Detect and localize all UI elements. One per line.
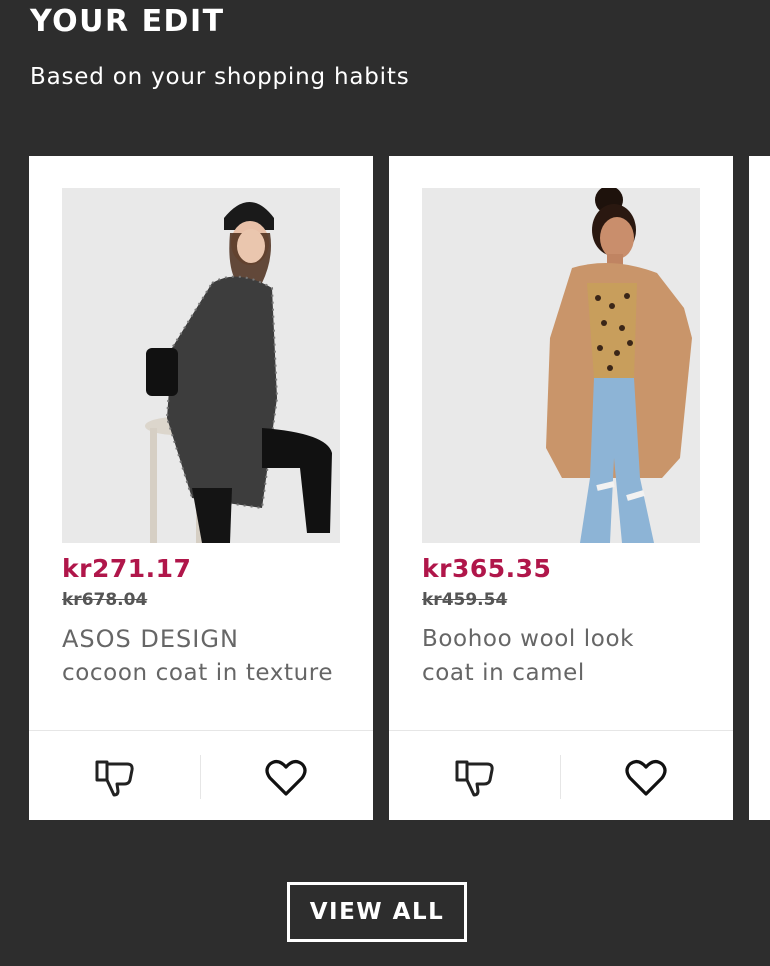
original-price: kr678.04 xyxy=(62,590,148,610)
thumbs-down-icon xyxy=(455,760,494,797)
product-title-line-1[interactable]: Boohoo wool look xyxy=(422,622,712,656)
product-image[interactable] xyxy=(422,188,700,543)
save-button[interactable] xyxy=(622,755,670,801)
heart-icon xyxy=(265,760,307,796)
card-actions xyxy=(389,730,733,821)
product-title[interactable]: cocoon coat in texture xyxy=(62,656,352,690)
action-divider xyxy=(560,755,561,799)
action-divider xyxy=(200,755,201,799)
section-title: YOUR EDIT xyxy=(30,4,225,39)
product-brand[interactable]: ASOS DESIGN xyxy=(62,622,352,656)
product-card[interactable]: kr365.35 kr459.54 Boohoo wool look coat … xyxy=(389,156,733,820)
dislike-button[interactable] xyxy=(451,755,499,801)
view-all-button[interactable]: VIEW ALL xyxy=(287,882,467,942)
dislike-button[interactable] xyxy=(91,755,139,801)
product-title-line-2[interactable]: coat in camel xyxy=(422,656,712,690)
save-button[interactable] xyxy=(262,755,310,801)
card-actions xyxy=(29,730,373,821)
product-image[interactable] xyxy=(62,188,340,543)
sale-price: kr365.35 xyxy=(422,554,552,583)
product-card-partial[interactable] xyxy=(749,156,770,820)
original-price: kr459.54 xyxy=(422,590,508,610)
heart-icon xyxy=(625,760,667,796)
product-card[interactable]: kr271.17 kr678.04 ASOS DESIGN cocoon coa… xyxy=(29,156,373,820)
product-name[interactable]: Boohoo wool look coat in camel xyxy=(422,622,712,690)
thumbs-down-icon xyxy=(95,760,134,797)
product-name[interactable]: ASOS DESIGN cocoon coat in texture xyxy=(62,622,352,690)
section-subtitle: Based on your shopping habits xyxy=(30,64,410,90)
sale-price: kr271.17 xyxy=(62,554,192,583)
